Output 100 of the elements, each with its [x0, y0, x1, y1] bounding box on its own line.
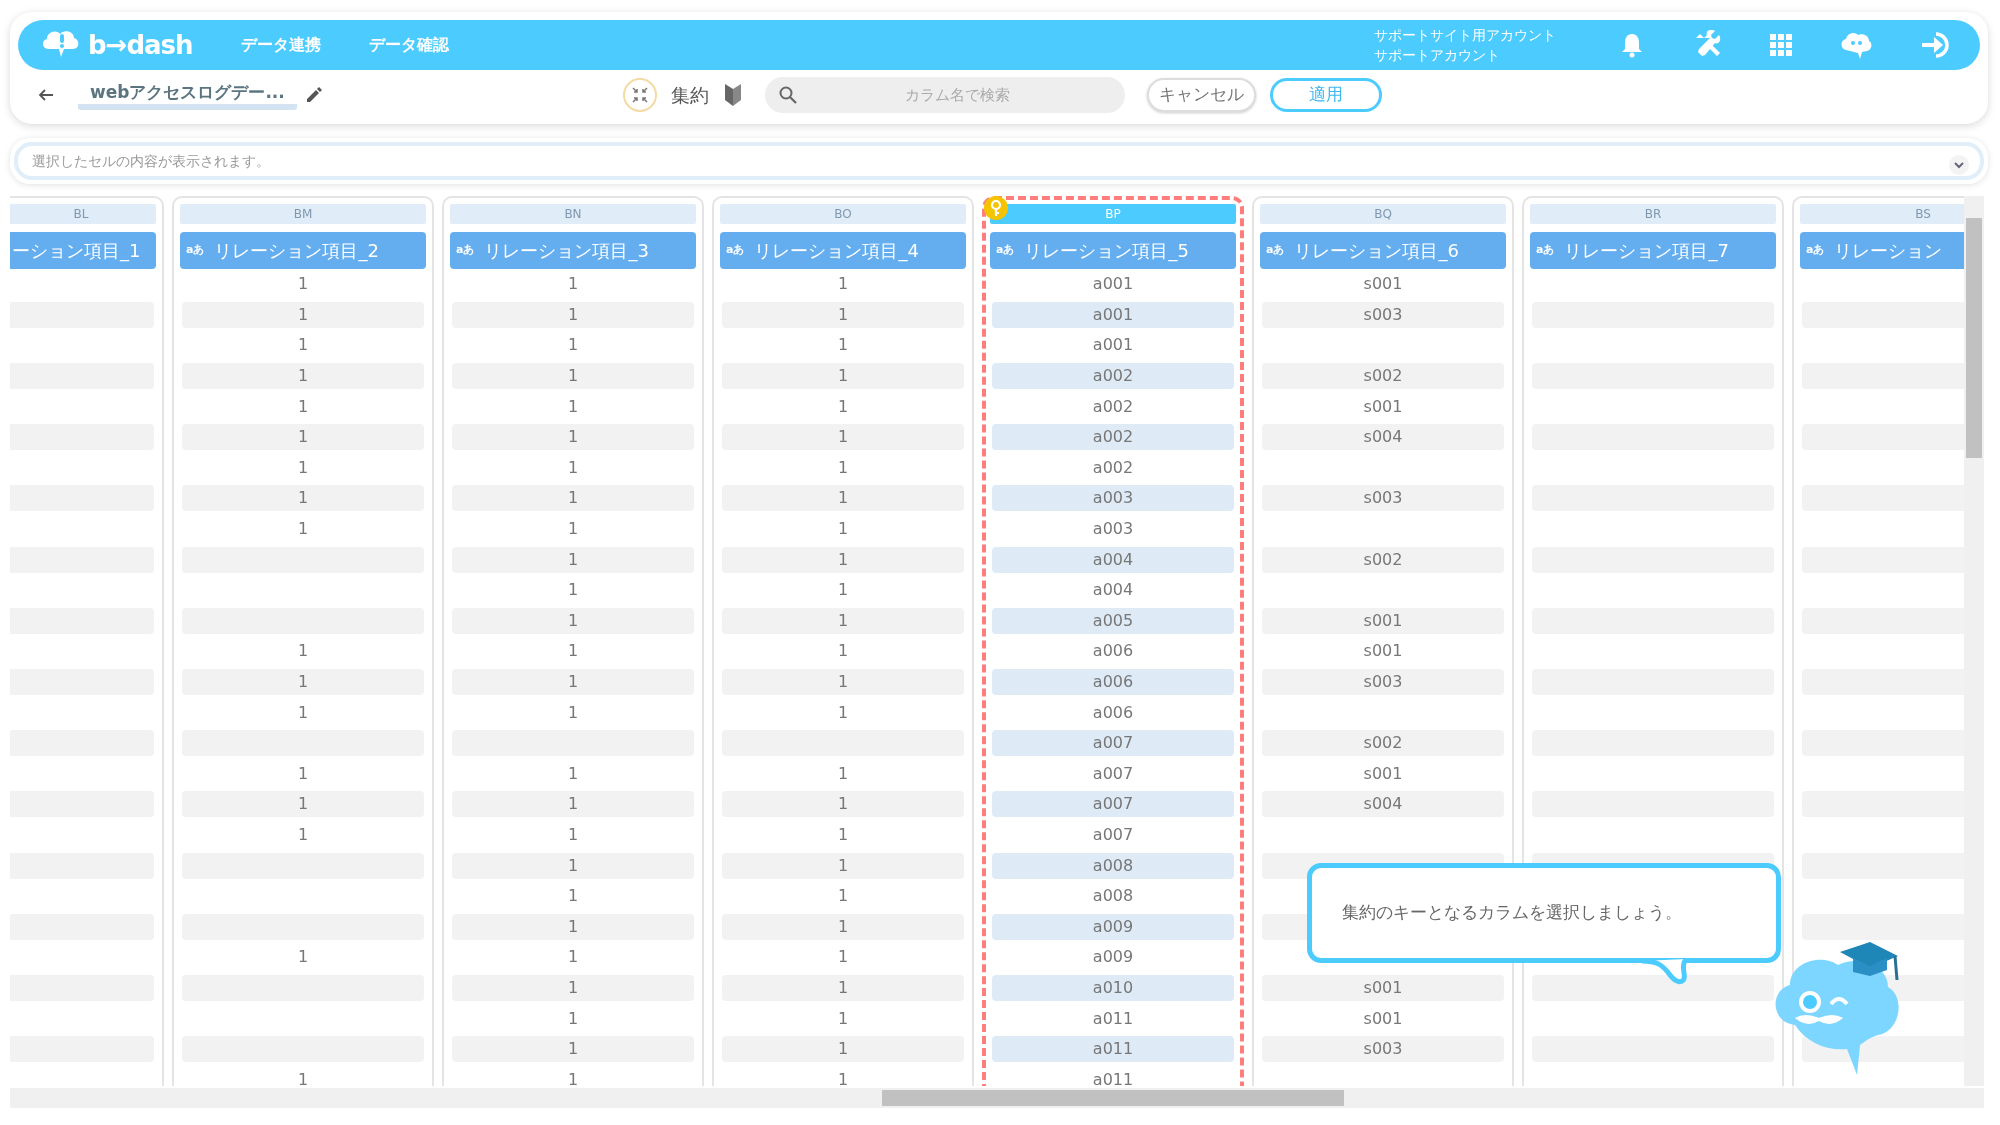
column-header[interactable]: aあ リレーション項目_3	[450, 232, 696, 269]
table-cell[interactable]: 1	[182, 391, 424, 422]
search-field[interactable]: カラム名で検索	[764, 77, 1125, 113]
table-cell[interactable]: a001	[992, 301, 1234, 328]
table-cell[interactable]: 1	[722, 669, 964, 695]
table-cell[interactable]: 1	[452, 546, 694, 573]
table-cell[interactable]: 1	[452, 974, 694, 1001]
table-cell[interactable]: 1	[722, 942, 964, 973]
table-cell[interactable]: 1	[452, 669, 694, 695]
table-cell[interactable]: 1	[452, 1036, 694, 1063]
table-cell[interactable]: 1	[452, 913, 694, 940]
table-cell[interactable]: a005	[992, 607, 1234, 634]
table-cell[interactable]: s003	[1262, 669, 1504, 695]
table-cell[interactable]: 1	[452, 424, 694, 451]
column-header[interactable]: aあ リレーション項目_7	[1530, 232, 1776, 269]
table-cell[interactable]: a003	[992, 513, 1234, 545]
horizontal-scrollbar[interactable]	[10, 1088, 1984, 1108]
table-cell[interactable]: a002	[992, 363, 1234, 390]
table-cell[interactable]: a009	[992, 942, 1234, 973]
table-cell[interactable]: 1	[182, 424, 424, 451]
table-cell[interactable]: 1	[722, 546, 964, 573]
column-header[interactable]: ーション項目_1	[10, 232, 156, 269]
table-cell[interactable]: a001	[992, 269, 1234, 300]
table-cell[interactable]: 1	[452, 819, 694, 851]
table-cell[interactable]: a007	[992, 819, 1234, 851]
table-cell[interactable]: a007	[992, 758, 1234, 790]
table-cell[interactable]: a011	[992, 1036, 1234, 1063]
table-cell[interactable]: 1	[722, 913, 964, 940]
table-cell[interactable]: s003	[1262, 1036, 1504, 1063]
table-cell[interactable]: a006	[992, 669, 1234, 695]
table-cell[interactable]	[1532, 974, 1774, 1001]
table-cell[interactable]: 1	[452, 301, 694, 328]
column-header[interactable]: aあ リレーション項目_2	[180, 232, 426, 269]
table-cell[interactable]: 1	[182, 697, 424, 728]
table-cell[interactable]: 1	[452, 363, 694, 390]
table-cell[interactable]: 1	[452, 485, 694, 512]
table-cell[interactable]: 1	[452, 791, 694, 818]
apps-grid-icon[interactable]	[1770, 34, 1792, 56]
table-cell[interactable]: 1	[722, 1003, 964, 1034]
cancel-button[interactable]: キャンセル	[1146, 78, 1256, 112]
table-cell[interactable]: 1	[722, 791, 964, 818]
table-cell[interactable]: s001	[1262, 1003, 1504, 1034]
table-cell[interactable]: 1	[182, 819, 424, 851]
key-column-outline[interactable]: BP aあ リレーション項目_5 a001 a001 a001 a002 a002 a002 a002 a003 a003 a004 a004 a005 a006 a006 a006 a007 a007 a007 a007 a008 a008 a009 a009 a010 a011 a011 a011	[982, 196, 1244, 1086]
table-cell[interactable]: 1	[722, 1064, 964, 1086]
table-cell[interactable]: s003	[1262, 301, 1504, 328]
table-cell[interactable]: 1	[722, 819, 964, 851]
table-cell[interactable]	[1802, 424, 1966, 451]
back-arrow-icon[interactable]	[38, 88, 54, 102]
table-cell[interactable]: s001	[1262, 391, 1504, 422]
table-cell[interactable]: 1	[452, 452, 694, 484]
table-cell[interactable]: 1	[722, 301, 964, 328]
edit-pencil-icon[interactable]	[304, 86, 323, 104]
column-header[interactable]: aあ リレーション	[1800, 232, 1966, 269]
table-cell[interactable]: s004	[1262, 791, 1504, 818]
table-cell[interactable]: a002	[992, 452, 1234, 484]
column-header[interactable]: aあ リレーション項目_6	[1260, 232, 1506, 269]
column-header[interactable]: aあ リレーション項目_4	[720, 232, 966, 269]
beginner-mark-icon[interactable]	[722, 83, 743, 107]
table-cell[interactable]: s001	[1262, 758, 1504, 790]
table-cell[interactable]: 1	[722, 974, 964, 1001]
table-cell[interactable]: 1	[722, 363, 964, 390]
table-cell[interactable]: 1	[452, 636, 694, 667]
table-cell[interactable]: 1	[452, 1003, 694, 1034]
table-cell[interactable]: 1	[182, 942, 424, 973]
table-cell[interactable]: a004	[992, 546, 1234, 573]
table-cell[interactable]: 1	[452, 942, 694, 973]
collapse-icon[interactable]	[622, 78, 657, 112]
table-cell[interactable]: 1	[722, 452, 964, 484]
table-cell[interactable]: s001	[1262, 636, 1504, 667]
table-cell[interactable]: 1	[722, 391, 964, 422]
table-cell[interactable]: a004	[992, 574, 1234, 606]
table-cell[interactable]: 1	[722, 880, 964, 912]
table-cell[interactable]: 1	[452, 607, 694, 634]
mascot-icon[interactable]	[1840, 30, 1872, 60]
apply-button[interactable]: 適用	[1269, 78, 1382, 112]
table-cell[interactable]: s001	[1262, 607, 1504, 634]
table-cell[interactable]: 1	[722, 269, 964, 300]
table-cell[interactable]: 1	[182, 669, 424, 695]
table-cell[interactable]: 1	[452, 758, 694, 790]
vertical-scrollbar[interactable]	[1964, 196, 1984, 1086]
table-cell[interactable]: 1	[722, 485, 964, 512]
table-cell[interactable]: 1	[452, 1064, 694, 1086]
table-cell[interactable]: a008	[992, 852, 1234, 879]
chevron-down-icon[interactable]	[1948, 154, 1970, 176]
table-cell[interactable]: a010	[992, 974, 1234, 1001]
table-cell[interactable]: 1	[452, 330, 694, 361]
table-cell[interactable]: 1	[182, 269, 424, 300]
table-cell[interactable]: a007	[992, 730, 1234, 757]
table-cell[interactable]: 1	[452, 391, 694, 422]
table-cell[interactable]: s002	[1262, 730, 1504, 757]
table-cell[interactable]: a011	[992, 1003, 1234, 1034]
table-cell[interactable]: a006	[992, 636, 1234, 667]
table-cell[interactable]: 1	[182, 330, 424, 361]
table-cell[interactable]: 1	[722, 758, 964, 790]
table-cell[interactable]: 1	[182, 758, 424, 790]
table-cell[interactable]: 1	[722, 574, 964, 606]
table-cell[interactable]: 1	[182, 363, 424, 390]
table-cell[interactable]: 1	[722, 424, 964, 451]
table-cell[interactable]: 1	[182, 513, 424, 545]
